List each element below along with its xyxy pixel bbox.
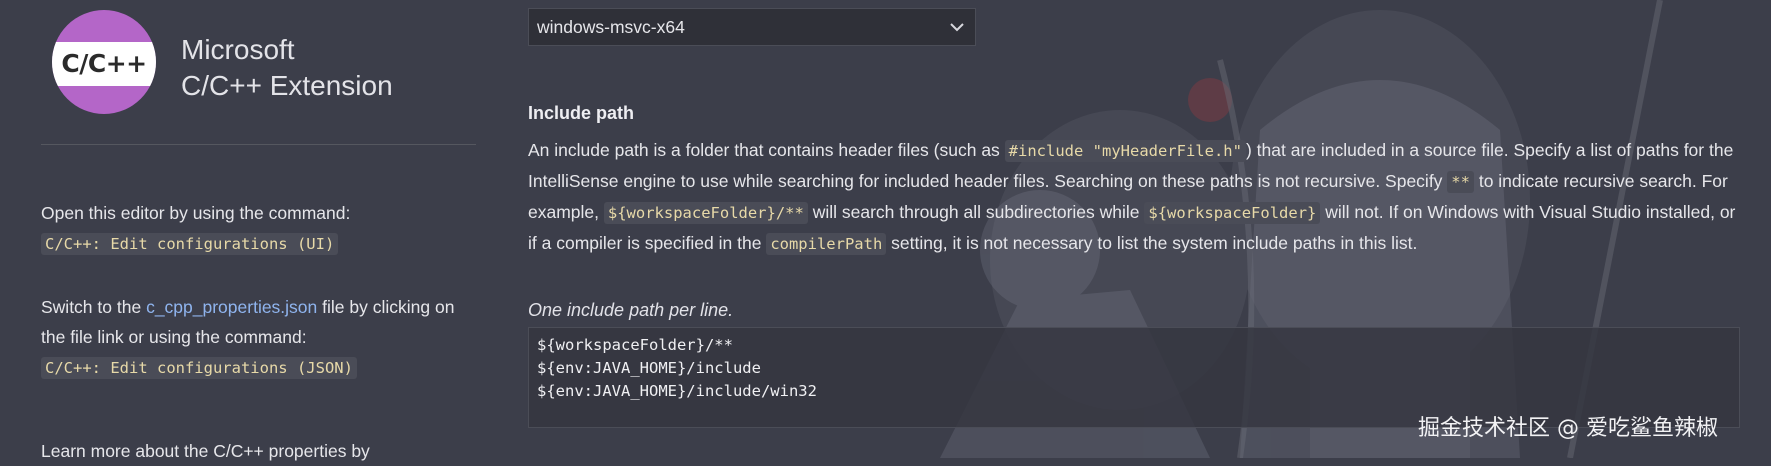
settings-main: windows-msvc-x64 Include path An include…: [528, 0, 1758, 458]
configuration-select-value: windows-msvc-x64: [537, 17, 685, 37]
include-path-title: Include path: [528, 103, 635, 123]
include-path-description: An include path is a folder that contain…: [528, 135, 1743, 259]
c-cpp-properties-link[interactable]: c_cpp_properties.json: [146, 297, 317, 317]
desc-code-workspace-recursive: ${workspaceFolder}/**: [603, 202, 808, 224]
desc-code-compilerpath: compilerPath: [766, 233, 887, 255]
sidebar: C/C++ Microsoft C/C++ Extension Open thi…: [0, 0, 478, 461]
configuration-select[interactable]: windows-msvc-x64: [528, 8, 976, 46]
product-title-line2: C/C++ Extension: [181, 70, 393, 101]
cpp-logo-icon: C/C++: [52, 10, 156, 114]
desc-text-4: will search through all subdirectories w…: [807, 202, 1145, 222]
open-editor-command: C/C++: Edit configurations (UI): [41, 233, 339, 255]
watermark-text: 掘金技术社区 @ 爱吃鲨鱼辣椒: [1418, 416, 1718, 441]
switch-json-help: Switch to the c_cpp_properties.json file…: [41, 292, 461, 383]
desc-code-workspace: ${workspaceFolder}: [1144, 202, 1321, 224]
include-path-hint: One include path per line.: [528, 300, 734, 320]
desc-text-1: An include path is a folder that contain…: [528, 140, 1005, 160]
desc-code-include: #include "myHeaderFile.h": [1004, 140, 1246, 162]
sidebar-divider: [41, 144, 476, 145]
product-title: Microsoft C/C++ Extension: [181, 32, 393, 104]
switch-json-command: C/C++: Edit configurations (JSON): [41, 357, 357, 379]
include-path-textarea[interactable]: ${workspaceFolder}/** ${env:JAVA_HOME}/i…: [528, 327, 1740, 428]
chevron-down-icon: [950, 23, 964, 32]
product-title-line1: Microsoft: [181, 34, 295, 65]
desc-code-recursive: **: [1447, 171, 1474, 193]
open-editor-help: Open this editor by using the command: C…: [41, 198, 461, 259]
desc-text-6: setting, it is not necessary to list the…: [886, 233, 1418, 253]
switch-prefix: Switch to the: [41, 297, 147, 317]
include-path-line: ${env:JAVA_HOME}/include/win32: [537, 382, 817, 400]
include-path-line: ${workspaceFolder}/**: [537, 336, 733, 354]
learn-more-text: Learn more about the C/C++ properties by: [41, 441, 370, 461]
open-editor-text: Open this editor by using the command:: [41, 203, 351, 223]
include-path-line: ${env:JAVA_HOME}/include: [537, 359, 761, 377]
learn-more-help: Learn more about the C/C++ properties by: [41, 436, 461, 466]
